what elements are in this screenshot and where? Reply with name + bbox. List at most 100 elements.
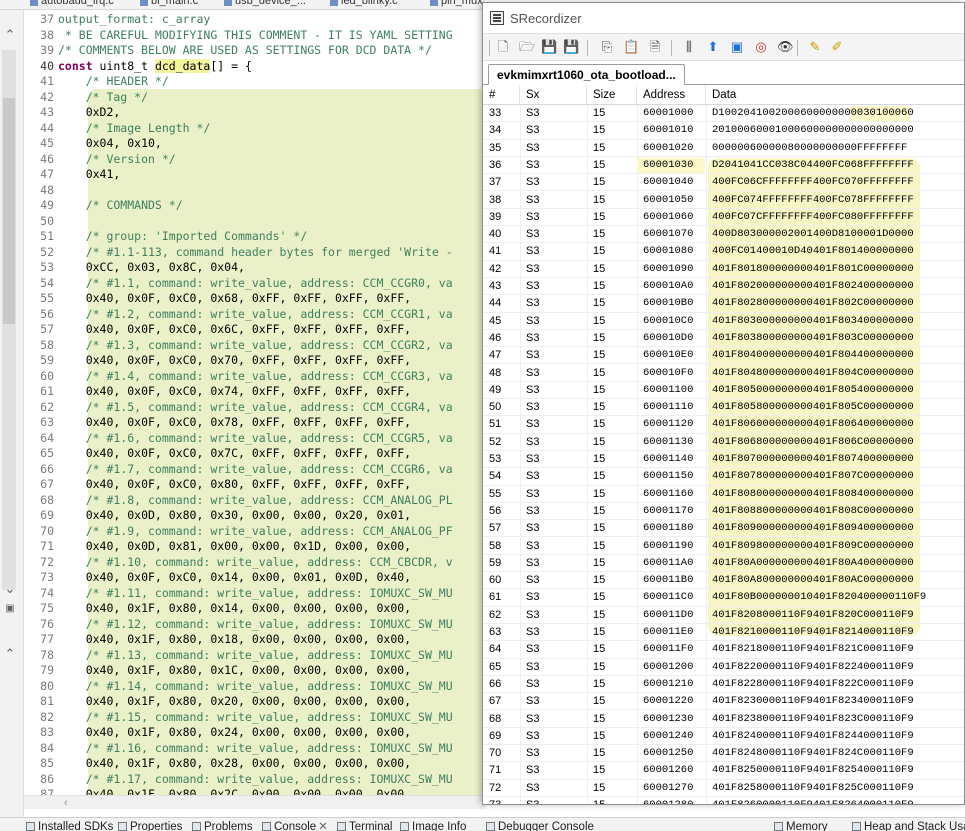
bottom-tab[interactable]: Installed SDKs (26, 820, 113, 831)
code-line[interactable]: /* #1.3, command: write_value, address: … (58, 338, 453, 354)
paste-icon[interactable]: 📋 (623, 39, 639, 55)
bottom-tab[interactable]: Console ✕ (262, 820, 328, 831)
save-icon[interactable]: 💾 (541, 39, 557, 55)
code-line[interactable]: 0x40, 0x1F, 0x80, 0x24, 0x00, 0x00, 0x00… (58, 725, 411, 741)
code-line[interactable]: 0x40, 0x0F, 0xC0, 0x80, 0xFF, 0xFF, 0xFF… (58, 477, 411, 493)
columns-icon[interactable]: ⫼ (681, 39, 697, 55)
table-row[interactable]: 49 S3 15 60001100 401F805000000000401F805400… (483, 382, 964, 400)
code-line[interactable]: /* #1.4, command: write_value, address: … (58, 369, 453, 385)
panel-restore-icon[interactable]: ▣ (3, 602, 17, 616)
code-line[interactable]: /* #1.14, command: write_value, address:… (58, 679, 453, 695)
bottom-tab[interactable]: Debugger Console (486, 820, 594, 831)
table-row[interactable]: 70 S3 15 60001250 401F8248000110F9401F824C00… (483, 745, 964, 763)
bottom-tab[interactable]: Heap and Stack Usage (852, 820, 965, 831)
col-sx-header[interactable]: Sx (520, 85, 587, 105)
table-row[interactable]: 37 S3 15 60001040 400FC06CFFFFFFFF400FC070FF… (483, 174, 964, 192)
table-row[interactable]: 58 S3 15 60001190 401F809800000000401F809C00… (483, 538, 964, 555)
window-titlebar[interactable]: SRecordizer (483, 3, 964, 33)
code-line[interactable]: 0x40, 0x0F, 0xC0, 0x6C, 0xFF, 0xFF, 0xFF… (58, 322, 411, 338)
code-line[interactable]: /* HEADER */ (58, 74, 169, 90)
code-line[interactable]: 0x40, 0x0F, 0xC0, 0x78, 0xFF, 0xFF, 0xFF… (58, 415, 411, 431)
editor-tab[interactable]: pin_mux (430, 0, 483, 9)
code-line[interactable]: 0x40, 0x1F, 0x80, 0x1C, 0x00, 0x00, 0x00… (58, 663, 411, 679)
table-row[interactable]: 69 S3 15 60001240 401F8240000110F9401F824400… (483, 728, 964, 746)
table-row[interactable]: 66 S3 15 60001210 401F8228000110F9401F822C00… (483, 676, 964, 694)
wand-icon[interactable]: ✎ (807, 39, 823, 55)
col-address-header[interactable]: Address (637, 85, 706, 105)
table-row[interactable]: 42 S3 15 60001090 401F801800000000401F801C00… (483, 261, 964, 278)
table-row[interactable]: 40 S3 15 60001070 400D803000002001400D810000… (483, 226, 964, 244)
table-row[interactable]: 65 S3 15 60001200 401F8220000110F9401F822400… (483, 659, 964, 676)
upload-icon[interactable]: ⬆ (705, 39, 721, 55)
table-row[interactable]: 57 S3 15 60001180 401F809000000000401F809400… (483, 520, 964, 538)
code-line[interactable]: 0x40, 0x1F, 0x80, 0x18, 0x00, 0x00, 0x00… (58, 632, 411, 648)
code-line[interactable]: output_format: c_array (58, 12, 210, 28)
col-size-header[interactable]: Size (587, 85, 637, 105)
table-row[interactable]: 62 S3 15 600011D0 401F8208000110F9401F820C00… (483, 607, 964, 624)
code-line[interactable]: 0x04, 0x10, (58, 136, 162, 152)
code-line[interactable]: const uint8_t dcd_data[] = { (58, 58, 252, 75)
code-line[interactable]: 0x40, 0x0F, 0xC0, 0x68, 0xFF, 0xFF, 0xFF… (58, 291, 411, 307)
code-line[interactable]: 0x40, 0x0F, 0xC0, 0x74, 0xFF, 0xFF, 0xFF… (58, 384, 411, 400)
code-line[interactable]: /* Version */ (58, 152, 176, 168)
code-line[interactable]: /* #1.11, command: write_value, address:… (58, 586, 453, 602)
table-row[interactable]: 63 S3 15 600011E0 401F8210000110F9401F821400… (483, 624, 964, 642)
scroll-left-arrow-icon[interactable]: ‹ (64, 796, 68, 810)
code-line[interactable]: /* COMMANDS */ (58, 198, 183, 214)
code-line[interactable]: 0x40, 0x0D, 0x80, 0x30, 0x00, 0x00, 0x20… (58, 508, 411, 524)
table-row[interactable]: 45 S3 15 600010C0 401F803000000000401F803400… (483, 313, 964, 330)
code-line[interactable]: /* #1.15, command: write_value, address:… (58, 710, 453, 726)
editor-tab[interactable]: bl_main.c (140, 0, 198, 9)
wand-alt-icon[interactable]: ✐ (829, 39, 845, 55)
code-line[interactable]: 0x40, 0x0F, 0xC0, 0x70, 0xFF, 0xFF, 0xFF… (58, 353, 411, 369)
table-row[interactable]: 60 S3 15 600011B0 401F80A800000000401F80AC00… (483, 572, 964, 590)
table-row[interactable]: 51 S3 15 60001120 401F806000000000401F806400… (483, 416, 964, 434)
table-row[interactable]: 61 S3 15 600011C0 401F80B000000010401F820400… (483, 589, 964, 607)
code-line[interactable]: /* #1.6, command: write_value, address: … (58, 431, 453, 447)
code-line[interactable]: 0xCC, 0x03, 0x8C, 0x04, (58, 260, 245, 276)
save-as-icon[interactable]: 💾 (563, 39, 579, 55)
open-file-icon[interactable]: 🗁 (519, 39, 535, 55)
code-line[interactable]: /* #1.16, command: write_value, address:… (58, 741, 453, 757)
code-line[interactable]: /* COMMENTS BELOW ARE USED AS SETTINGS F… (58, 43, 432, 59)
code-line[interactable]: /* #1.13, command: write_value, address:… (58, 648, 453, 664)
horizontal-scrollbar[interactable]: ‹ (24, 795, 485, 809)
table-row[interactable]: 52 S3 15 60001130 401F806800000000401F806C00… (483, 434, 964, 451)
bottom-tab[interactable]: Image Info (400, 820, 466, 831)
document-tab[interactable]: evkmimxrt1060_ota_bootload... (488, 64, 685, 85)
code-text-area[interactable]: output_format: c_array * BE CAREFUL MODI… (58, 10, 488, 801)
code-line[interactable]: /* Tag */ (58, 90, 148, 106)
table-row[interactable]: 71 S3 15 60001260 401F8250000110F9401F825400… (483, 762, 964, 780)
code-line[interactable]: /* #1.7, command: write_value, address: … (58, 462, 453, 478)
code-line[interactable]: 0x40, 0x0F, 0xC0, 0x7C, 0xFF, 0xFF, 0xFF… (58, 446, 411, 462)
table-row[interactable]: 36 S3 15 60001030 D2041041CC038C04400FC068FF… (483, 157, 964, 175)
code-line[interactable]: 0x41, (58, 167, 121, 183)
table-row[interactable]: 68 S3 15 60001230 401F8238000110F9401F823C00… (483, 711, 964, 728)
table-row[interactable]: 46 S3 15 600010D0 401F803800000000401F803C00… (483, 330, 964, 348)
bottom-tab[interactable]: Problems (192, 820, 253, 831)
code-line[interactable]: 0x40, 0x1F, 0x80, 0x14, 0x00, 0x00, 0x00… (58, 601, 411, 617)
bottom-tab[interactable]: Terminal (337, 820, 392, 831)
code-line[interactable]: /* #1.17, command: write_value, address:… (58, 772, 453, 788)
code-line[interactable]: 0x40, 0x0D, 0x81, 0x00, 0x00, 0x1D, 0x00… (58, 539, 411, 555)
code-line[interactable]: 0x40, 0x1F, 0x80, 0x20, 0x00, 0x00, 0x00… (58, 694, 411, 710)
document-icon[interactable]: 🗎 (647, 39, 663, 55)
table-row[interactable]: 54 S3 15 60001150 401F807800000000401F807C00… (483, 468, 964, 486)
code-line[interactable]: /* group: 'Imported Commands' */ (58, 229, 308, 245)
editor-tab[interactable]: autobaud_irq.c (30, 0, 114, 9)
code-line[interactable]: /* Image Length */ (58, 121, 211, 137)
table-row[interactable]: 50 S3 15 60001110 401F805800000000401F805C00… (483, 399, 964, 417)
table-row[interactable]: 34 S3 15 60001010 20100060001000600000000000… (483, 122, 964, 140)
table-row[interactable]: 59 S3 15 600011A0 401F80A000000000401F80A400… (483, 555, 964, 573)
editor-tab[interactable]: usb_device_... (224, 0, 306, 9)
table-row[interactable]: 47 S3 15 600010E0 401F804000000000401F804400… (483, 347, 964, 365)
code-line[interactable]: /* #1.5, command: write_value, address: … (58, 400, 453, 416)
code-line[interactable]: /* #1.10, command: write_value, address:… (58, 555, 453, 571)
table-row[interactable]: 44 S3 15 600010B0 401F802800000000401F802C00… (483, 295, 964, 313)
code-line[interactable]: 0x40, 0x0F, 0xC0, 0x14, 0x00, 0x01, 0x0D… (58, 570, 411, 586)
table-row[interactable]: 67 S3 15 60001220 401F8230000110F9401F823400… (483, 693, 964, 711)
table-row[interactable]: 41 S3 15 60001080 400FC01400010D40401F801400… (483, 243, 964, 261)
table-row[interactable]: 73 S3 15 60001280 401F8260000110F9401F826400… (483, 797, 964, 804)
scroll-down-arrow-icon[interactable]: ⌄ (3, 582, 17, 596)
code-line[interactable]: /* #1.8, command: write_value, address: … (58, 493, 453, 509)
